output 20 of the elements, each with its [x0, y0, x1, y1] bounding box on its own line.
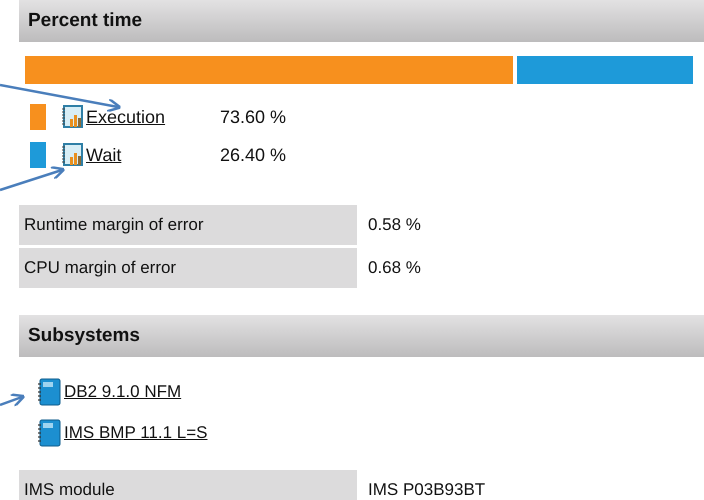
- row-value: 0.58 %: [367, 214, 421, 236]
- subsystem-link[interactable]: DB2 9.1.0 NFM: [64, 379, 182, 405]
- legend-link[interactable]: Wait: [86, 142, 220, 168]
- callout-arrow: [0, 393, 26, 408]
- legend-value: 26.40 %: [220, 144, 286, 166]
- callout-arrow: [0, 166, 66, 192]
- report-chart-icon: [60, 105, 84, 129]
- legend-link[interactable]: Execution: [86, 104, 220, 130]
- legend-value: 73.60 %: [220, 106, 286, 128]
- row-label: CPU margin of error: [19, 248, 357, 288]
- row-value: 0.68 %: [367, 257, 421, 280]
- row-label: Runtime margin of error: [19, 205, 357, 245]
- report-chart-icon: [60, 143, 84, 167]
- section-header: Percent time: [19, 0, 704, 42]
- row-label: IMS module: [19, 470, 357, 500]
- book-icon: [37, 419, 61, 447]
- book-icon: [37, 378, 61, 406]
- section-header: Subsystems: [19, 315, 704, 357]
- row-value: IMS P03B93BT: [367, 479, 486, 500]
- subsystem-link[interactable]: IMS BMP 11.1 L=S: [64, 420, 208, 446]
